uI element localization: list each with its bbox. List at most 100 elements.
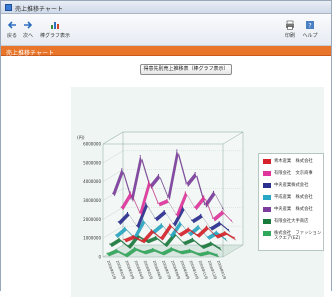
legend-swatch [263,159,271,164]
data-point [218,221,220,223]
data-point [141,239,143,241]
data-point [160,223,162,225]
bar-chart-icon [51,22,59,29]
y-tick-label: 2000000 [83,217,101,222]
data-point [200,245,203,247]
data-point [221,210,223,212]
data-point [172,223,174,225]
data-point [206,236,208,238]
data-point [188,232,190,234]
data-point [129,191,131,193]
legend-label: 中央産業 株式会社 [274,207,313,212]
data-point [124,253,126,255]
data-point [120,206,122,208]
data-point [197,224,199,227]
data-point [212,190,215,192]
data-point [154,217,156,219]
bar-chart-button[interactable]: 棒グラフ表示 [40,20,70,42]
y-tick-label: 4000000 [83,179,101,184]
data-point [179,250,181,252]
data-point [185,183,187,185]
chart-panel: 6000000 5000000 4000000 3000000 2000000 10000… [71,87,324,297]
data-point [157,173,160,176]
data-point [169,234,172,236]
data-point [170,247,172,249]
print-button[interactable]: 印刷 [282,20,298,42]
data-point [227,228,229,231]
data-point [224,238,227,240]
data-point [184,191,186,193]
data-point [133,247,136,249]
legend-label: 中央産業株式会社 [274,183,309,188]
legend-label: 有限会社大手商店 [274,219,309,224]
data-point [182,241,184,243]
data-point [233,236,235,238]
data-point [136,225,138,227]
report-switch-button[interactable]: 得意先別売上推移表（棒グラフ表示） [140,64,232,75]
data-point [207,250,209,252]
data-point [155,235,157,238]
legend-label: 有限会社 文京商事 [274,171,313,176]
data-point [194,172,196,174]
data-point [123,238,125,240]
y-tick-label: 1000000 [83,236,101,241]
data-point [160,236,162,238]
content-area: 得意先別売上推移表（棒グラフ表示） 6000000 5000000 4000000 3… [1,56,331,297]
data-point [191,219,193,221]
data-point [124,226,126,228]
data-point [164,243,166,245]
data-point [205,225,208,227]
data-point [117,221,119,223]
data-point [130,198,132,200]
app-icon [5,4,12,11]
data-point [219,247,221,249]
data-point [163,210,165,212]
title-bar: 売上推移チャート [1,1,331,14]
data-point [121,168,123,170]
svg-text:?: ? [308,21,311,29]
data-point [109,243,111,245]
data-point [166,198,168,201]
data-point [115,248,117,251]
data-point [169,223,171,225]
data-point [106,252,108,254]
data-point [215,230,217,232]
data-point [198,252,200,254]
data-point [142,219,144,221]
data-point [203,195,205,197]
y-tick-label: 5000000 [83,160,101,165]
y-tick-label: 6000000 [83,142,101,147]
y-axis-label: (円) [77,135,85,141]
help-button[interactable]: ? ヘルプ [299,20,321,42]
data-point [148,180,150,182]
data-point [143,250,145,252]
y-tick-label: 0 [98,255,101,260]
chart-legend: 青木産業 株式会社 有限会社 文京商事 中央産業株式会社 平成産業 株式会社 中央産業 … [258,153,324,251]
legend-label: 平成産業 株式会社 [274,195,313,200]
data-point [196,234,198,236]
data-point [209,227,211,229]
data-point [157,202,159,204]
data-point [215,234,217,237]
legend-swatch [263,195,271,200]
forward-arrow-icon [24,21,33,29]
data-point [224,231,226,233]
data-point [112,192,114,194]
back-button[interactable]: 戻る [4,20,20,42]
forward-button[interactable]: 次へ [20,20,36,42]
data-point [216,253,218,255]
data-point [222,207,224,209]
data-point [193,206,196,208]
data-point [127,245,129,247]
chart-plot: 6000000 5000000 4000000 3000000 2000000 10000… [77,131,244,280]
data-point [150,229,153,231]
back-arrow-icon [7,21,16,29]
legend-label: 青木産業 株式会社 [274,159,313,164]
data-point [187,227,189,229]
data-point [230,219,232,221]
data-point [178,233,180,235]
data-point [161,251,163,253]
legend-label: 株式会社 ファッションスクエア(EZ) [274,231,322,241]
data-point [126,211,129,214]
section-header: 売上推移チャート [1,46,331,57]
